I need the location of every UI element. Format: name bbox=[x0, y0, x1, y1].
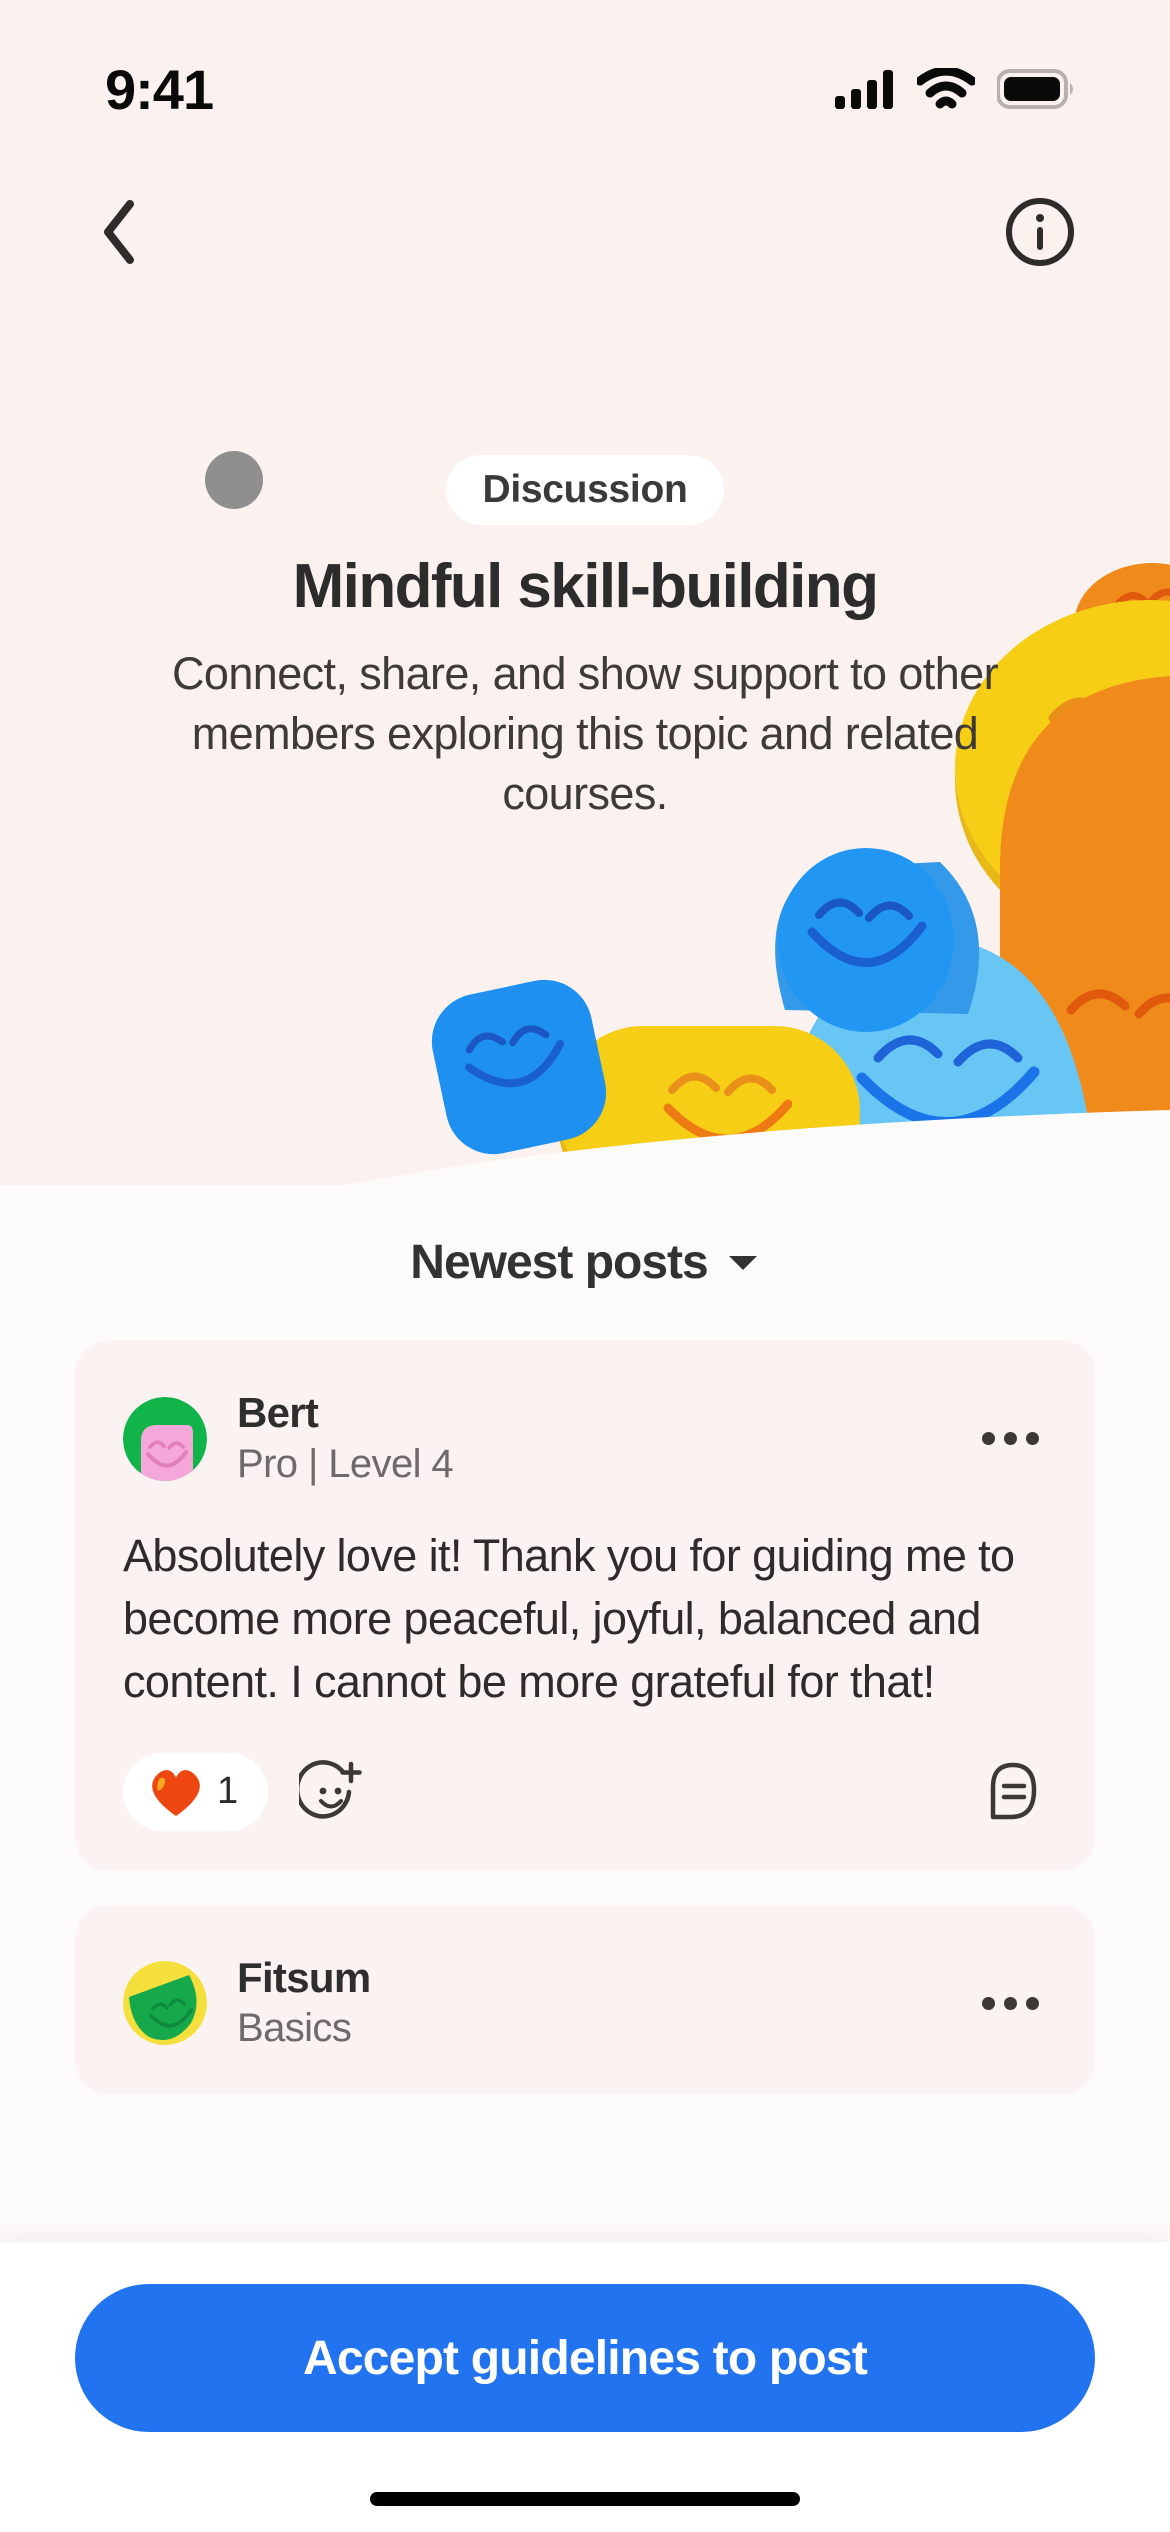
discussion-badge: Discussion bbox=[446, 455, 724, 525]
posts-feed: Bert Pro | Level 4 Absolutely love it! T… bbox=[0, 1340, 1170, 2095]
page-title: Mindful skill-building bbox=[292, 552, 879, 621]
status-icons bbox=[835, 68, 1075, 110]
blob-blue-head bbox=[778, 848, 954, 1032]
content-area: Newest posts Bert Pro | Level 4 Absolute… bbox=[0, 1185, 1170, 2285]
more-options-icon bbox=[1004, 1996, 1017, 2010]
post-meta: Bert Pro | Level 4 bbox=[237, 1388, 944, 1490]
post-author: Fitsum bbox=[237, 1953, 371, 2001]
hero-text-block: Discussion Mindful skill-building Connec… bbox=[0, 451, 1170, 824]
comment-bubble-icon bbox=[990, 1762, 1037, 1819]
heart-icon bbox=[152, 1769, 200, 1816]
page-description: Connect, share, and show support to othe… bbox=[172, 648, 999, 819]
home-indicator bbox=[370, 2492, 800, 2506]
post-author-subtitle: Pro | Level 4 bbox=[237, 1441, 454, 1486]
back-button[interactable] bbox=[80, 192, 160, 272]
avatar[interactable] bbox=[123, 1396, 207, 1481]
avatar-bert-icon bbox=[123, 1396, 207, 1481]
avatar[interactable] bbox=[123, 1961, 207, 2046]
avatar-fitsum-icon bbox=[123, 1961, 207, 2046]
more-options-icon bbox=[1004, 1432, 1017, 1446]
chevron-down-icon bbox=[728, 1255, 757, 1270]
status-bar: 9:41 bbox=[0, 0, 1170, 150]
sort-selector[interactable]: Newest posts bbox=[0, 1185, 1170, 1340]
add-emoji-icon bbox=[299, 1759, 362, 1819]
more-options-icon bbox=[982, 1996, 995, 2010]
more-options-icon bbox=[1026, 1996, 1039, 2010]
accept-guidelines-button[interactable]: Accept guidelines to post bbox=[75, 2284, 1095, 2432]
post-author: Bert bbox=[237, 1389, 319, 1436]
info-button[interactable] bbox=[1000, 192, 1080, 272]
post-actions: 1 bbox=[123, 1752, 1047, 1831]
post-meta: Fitsum Basics bbox=[237, 1953, 944, 2055]
bottom-action-bar: Accept guidelines to post bbox=[0, 2242, 1170, 2532]
battery-full-icon bbox=[997, 69, 1073, 109]
cellular-signal-icon bbox=[835, 70, 893, 109]
comment-button[interactable] bbox=[977, 1757, 1047, 1827]
more-options-button[interactable] bbox=[974, 1416, 1047, 1461]
nav-bar bbox=[0, 172, 1170, 292]
add-reaction-button[interactable] bbox=[296, 1757, 366, 1827]
more-options-icon bbox=[982, 1432, 995, 1446]
post-header: Fitsum Basics bbox=[123, 1953, 1047, 2055]
chevron-left-icon bbox=[104, 200, 134, 264]
post-card[interactable]: Fitsum Basics bbox=[75, 1904, 1095, 2095]
post-author-subtitle: Basics bbox=[237, 2006, 352, 2051]
post-header: Bert Pro | Level 4 bbox=[123, 1388, 1047, 1490]
wifi-icon bbox=[917, 68, 975, 109]
info-circle-icon bbox=[1006, 198, 1074, 266]
heart-reaction-button[interactable]: 1 bbox=[123, 1752, 269, 1831]
status-time: 9:41 bbox=[105, 57, 214, 121]
post-card[interactable]: Bert Pro | Level 4 Absolutely love it! T… bbox=[75, 1340, 1095, 1871]
post-body: Absolutely love it! Thank you for guidin… bbox=[123, 1529, 1015, 1707]
hero-avatar-dot bbox=[205, 451, 263, 509]
more-options-icon bbox=[1026, 1432, 1039, 1446]
heart-reaction-count: 1 bbox=[217, 1770, 239, 1813]
hero-badge-row: Discussion bbox=[0, 451, 1170, 525]
sort-label: Newest posts bbox=[410, 1236, 708, 1289]
more-options-button[interactable] bbox=[974, 1981, 1047, 2026]
